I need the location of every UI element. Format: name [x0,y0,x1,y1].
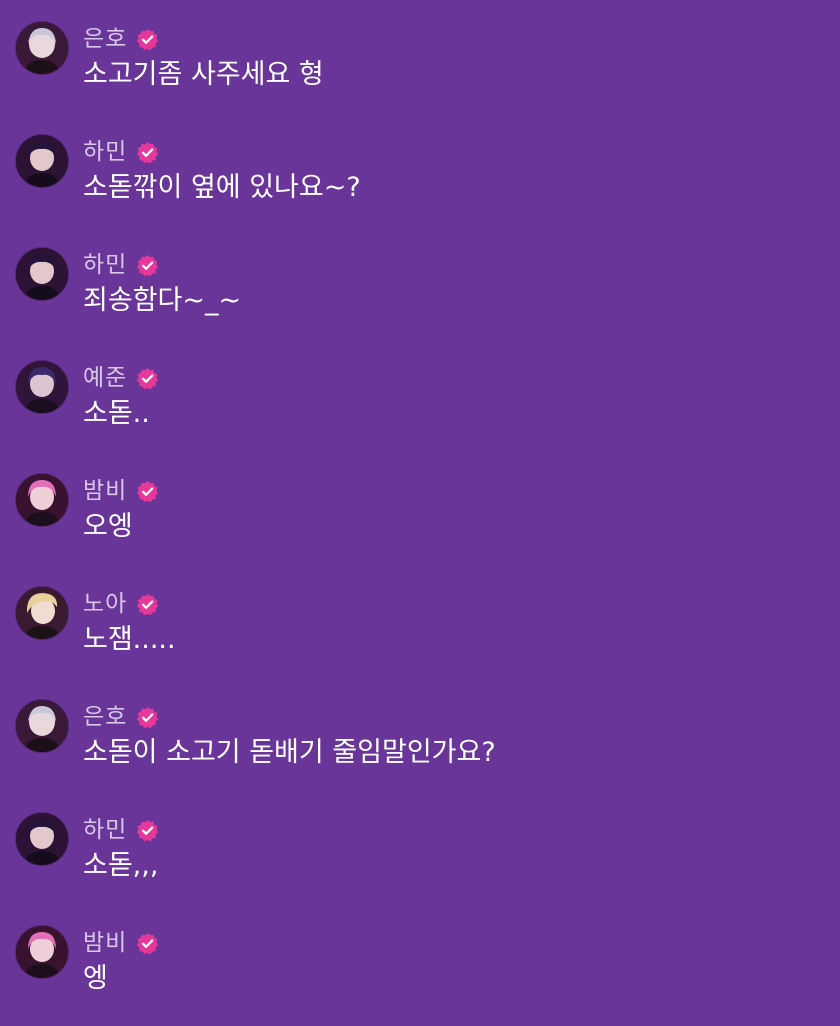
username[interactable]: 하민 [83,250,127,280]
avatar-hamin[interactable] [16,135,68,187]
avatar-eunho[interactable] [16,22,68,74]
username[interactable]: 은호 [83,24,127,54]
chat-message: 노아 노잼..... [0,587,840,687]
chat-message: 하민 소돋깎이 옆에 있나요~? [0,135,840,235]
message-text: 소돋이 소고기 돋배기 줄임말인가요? [83,737,496,768]
avatar-hamin[interactable] [16,248,68,300]
avatar-bambi[interactable] [16,474,68,526]
username[interactable]: 예준 [83,363,127,393]
username[interactable]: 노아 [83,589,127,619]
verified-badge-icon [136,819,159,842]
username[interactable]: 하민 [83,137,127,167]
username[interactable]: 밤비 [83,928,127,958]
avatar-noah[interactable] [16,587,68,639]
verified-badge-icon [136,593,159,616]
avatar-hamin[interactable] [16,813,68,865]
chat-list: 은호 소고기좀 사주세요 형 하민 소돋깎이 옆에 있나요~? 하민 죄송함다~… [0,0,840,1024]
chat-message: 하민 소돋,,, [0,813,840,913]
verified-badge-icon [136,254,159,277]
chat-message: 은호 소돋이 소고기 돋배기 줄임말인가요? [0,700,840,800]
verified-badge-icon [136,367,159,390]
message-text: 소돋깎이 옆에 있나요~? [83,172,361,203]
verified-badge-icon [136,141,159,164]
message-text: 소돋,,, [83,850,159,881]
chat-message: 밤비 엥 [0,926,840,1026]
chat-message: 밤비 오엥 [0,474,840,574]
username[interactable]: 밤비 [83,476,127,506]
verified-badge-icon [136,28,159,51]
chat-message: 예준 소돋.. [0,361,840,461]
message-text: 엥 [83,963,108,994]
verified-badge-icon [136,932,159,955]
message-text: 소고기좀 사주세요 형 [83,59,324,90]
verified-badge-icon [136,706,159,729]
message-text: 죄송함다~_~ [83,285,242,316]
avatar-bambi[interactable] [16,926,68,978]
avatar-eunho[interactable] [16,700,68,752]
message-text: 오엥 [83,511,133,542]
chat-message: 하민 죄송함다~_~ [0,248,840,348]
avatar-yejun[interactable] [16,361,68,413]
message-text: 노잼..... [83,624,176,655]
message-text: 소돋.. [83,398,150,429]
username[interactable]: 하민 [83,815,127,845]
chat-message: 은호 소고기좀 사주세요 형 [0,22,840,122]
verified-badge-icon [136,480,159,503]
username[interactable]: 은호 [83,702,127,732]
